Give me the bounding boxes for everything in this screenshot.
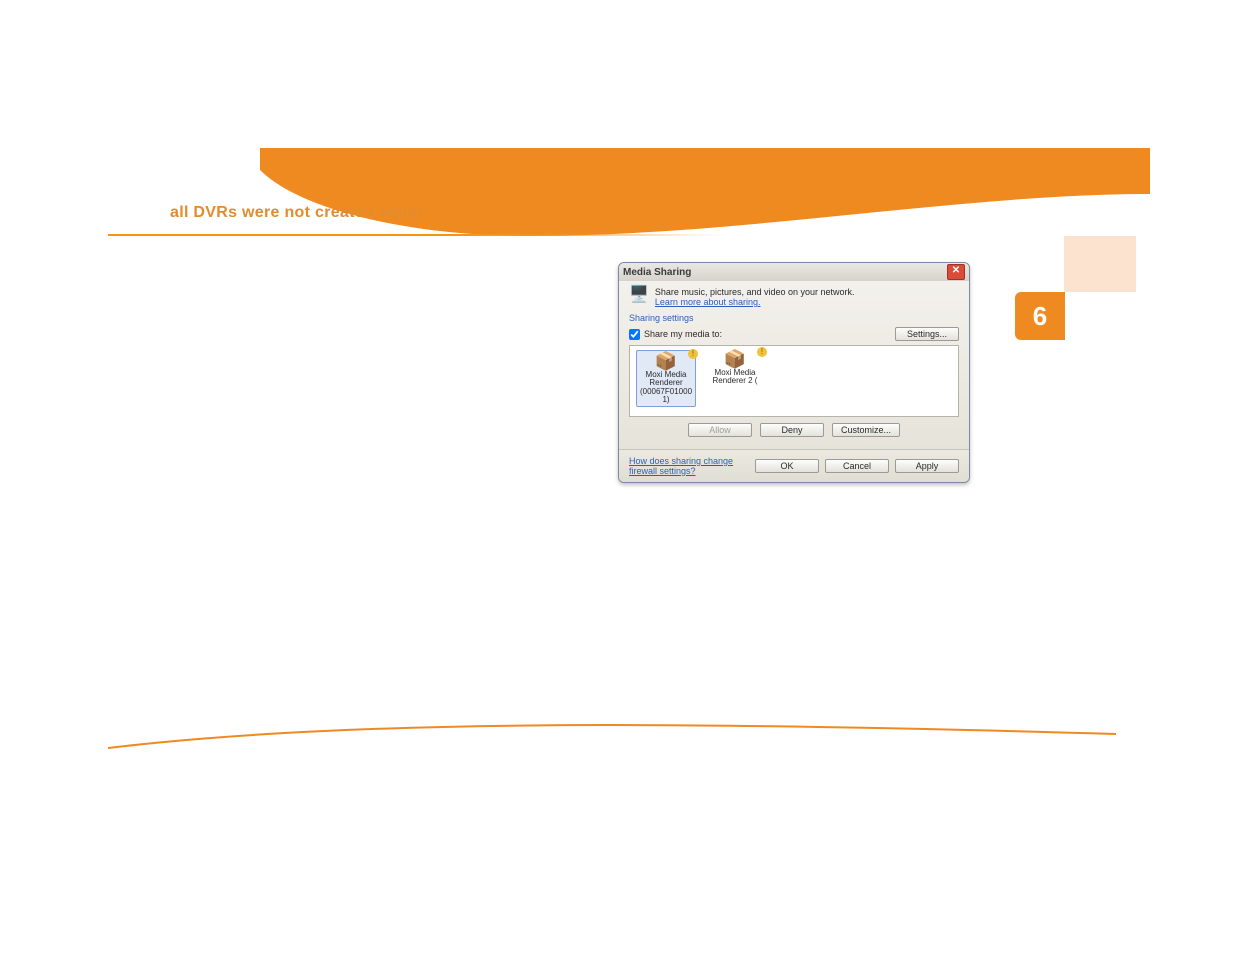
learn-more-link[interactable]: Learn more about sharing. <box>655 297 761 307</box>
device-item-selected[interactable]: 📦! Moxi Media Renderer (00067F01000 1) <box>636 350 696 407</box>
customize-button[interactable]: Customize... <box>832 423 900 437</box>
dialog-intro-text: Share music, pictures, and video on your… <box>655 287 855 297</box>
device-icon: 📦! <box>637 352 695 371</box>
device-item[interactable]: 📦! Moxi Media Renderer 2 ( <box>706 350 764 386</box>
allow-button[interactable]: Allow <box>688 423 752 437</box>
device-action-row: Allow Deny Customize... <box>629 423 959 437</box>
deny-button[interactable]: Deny <box>760 423 824 437</box>
right-pale-tab <box>1064 236 1136 292</box>
media-sharing-dialog: Media Sharing ✕ 🖥️ Share music, pictures… <box>618 262 970 483</box>
dialog-titlebar: Media Sharing ✕ <box>619 263 969 281</box>
ok-button[interactable]: OK <box>755 459 819 473</box>
sharing-settings-heading: Sharing settings <box>629 313 959 323</box>
page-tagline: all DVRs were not created equal <box>170 204 422 222</box>
cancel-button[interactable]: Cancel <box>825 459 889 473</box>
apply-button[interactable]: Apply <box>895 459 959 473</box>
dialog-title: Media Sharing <box>623 267 947 278</box>
dialog-intro-row: 🖥️ Share music, pictures, and video on y… <box>629 287 959 307</box>
dialog-body: 🖥️ Share music, pictures, and video on y… <box>619 281 969 449</box>
warning-icon: ! <box>757 347 767 357</box>
firewall-help-link[interactable]: How does sharing change firewall setting… <box>629 456 749 476</box>
device-icon: 📦! <box>706 350 764 369</box>
bottom-swoosh <box>108 724 1116 750</box>
top-divider-line <box>108 234 1136 236</box>
page-number-tab: 6 <box>1015 292 1065 340</box>
warning-icon: ! <box>688 349 698 359</box>
device-label: Renderer 2 ( <box>706 377 764 385</box>
settings-button[interactable]: Settings... <box>895 327 959 341</box>
share-media-label: Share my media to: <box>644 329 891 339</box>
device-list: 📦! Moxi Media Renderer (00067F01000 1) 📦… <box>629 345 959 417</box>
dialog-footer: How does sharing change firewall setting… <box>619 449 969 482</box>
device-label: 1) <box>637 396 695 404</box>
top-swoosh <box>260 148 1150 236</box>
close-button[interactable]: ✕ <box>947 264 965 280</box>
close-icon: ✕ <box>952 265 960 276</box>
network-icon: 🖥️ <box>629 287 649 303</box>
share-media-checkbox[interactable] <box>629 329 640 340</box>
share-media-row: Share my media to: Settings... <box>629 327 959 341</box>
